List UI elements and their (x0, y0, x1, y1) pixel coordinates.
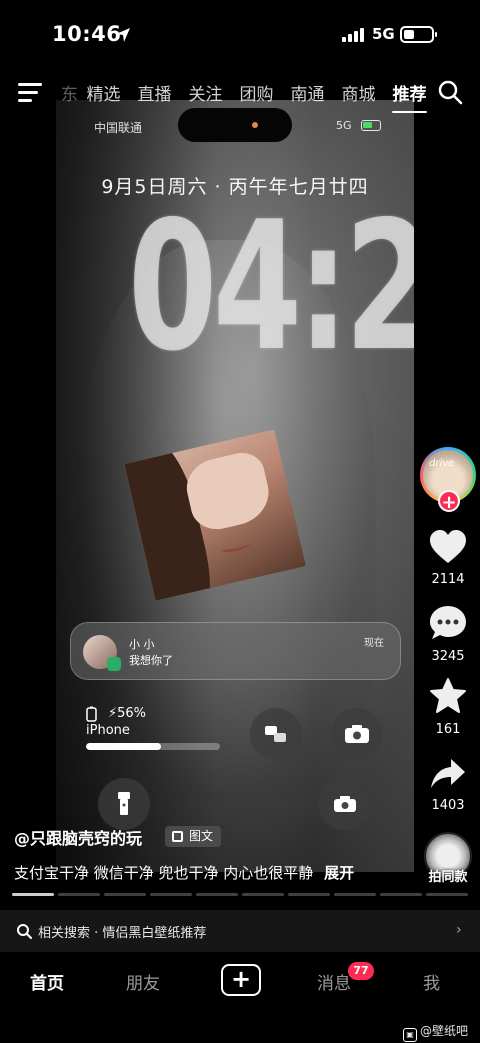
network-type: 5G (372, 25, 395, 43)
notification-sender: 小 小 (129, 638, 155, 651)
flashlight-icon (98, 778, 150, 830)
tab-featured[interactable]: 精选 (78, 80, 129, 105)
star-icon (430, 678, 466, 713)
notification-message: 我想你了 (129, 654, 173, 667)
tab-mall[interactable]: 商城 (333, 80, 384, 105)
image-carousel-indicator (12, 893, 468, 897)
video-player[interactable]: 中国联通 5G 9月5日周六 · 丙午年七月廿四 04:21 小 小 我想你了 … (56, 100, 414, 872)
phone-battery-icon (86, 706, 97, 722)
lockscreen-notification: 小 小 我想你了 现在 (70, 622, 401, 680)
share-icon (431, 759, 465, 788)
status-time: 10:46 (52, 22, 122, 46)
caption-text: 支付宝干净 微信干净 兜也干净 内心也很平静 展开 (14, 862, 354, 883)
location-arrow-icon (116, 28, 130, 42)
nav-friends[interactable]: 朋友 (126, 969, 160, 994)
battery-icon (400, 26, 437, 43)
chevron-right-icon: › (456, 922, 462, 938)
post-type-badge: 图文 (165, 826, 222, 847)
comment-button[interactable]: 3245 (422, 605, 474, 664)
like-button[interactable]: 2114 (422, 530, 474, 587)
status-bar: 10:46 5G (0, 0, 480, 70)
lockscreen-clock: 04:21 (127, 183, 414, 390)
badge-label: 图文 (189, 829, 214, 843)
tab-group-buy[interactable]: 团购 (231, 80, 282, 105)
menu-icon[interactable] (18, 82, 42, 102)
watermark-logo-icon: ▣ (403, 1028, 417, 1042)
notification-time: 现在 (364, 638, 384, 649)
related-search-bar[interactable]: 相关搜索 · 情侣黑白壁纸推荐 › (0, 910, 480, 952)
author-name[interactable]: @只跟脑壳窍的玩 (14, 825, 142, 849)
comment-count: 3245 (431, 649, 465, 664)
lockscreen-network: 5G (336, 119, 352, 132)
expand-link[interactable]: 展开 (324, 864, 354, 882)
camera-shortcut-icon (331, 708, 383, 760)
favorite-button[interactable]: 161 (422, 678, 474, 737)
battery-widget-percent: ⚡56% (108, 706, 147, 721)
nav-home[interactable]: 首页 (30, 969, 64, 994)
tab-following[interactable]: 关注 (180, 80, 231, 105)
share-button[interactable]: 1403 (422, 758, 474, 813)
tab-live[interactable]: 直播 (129, 80, 180, 105)
avatar-tag: drive (429, 458, 455, 469)
nav-me[interactable]: 我 (423, 969, 440, 994)
use-template-label[interactable]: 拍同款 (419, 866, 477, 885)
nav-messages[interactable]: 消息 (317, 969, 351, 994)
wechat-icon (107, 657, 121, 671)
create-post-button[interactable]: + (221, 964, 261, 996)
lockscreen-battery-icon (361, 120, 381, 131)
share-screen-icon (250, 708, 302, 760)
share-count: 1403 (431, 798, 465, 813)
tab-recommended[interactable]: 推荐 (384, 80, 435, 113)
follow-button[interactable]: + (438, 490, 460, 513)
favorite-count: 161 (435, 722, 461, 737)
top-nav: 东 精选 直播 关注 团购 南通 商城 推荐 (0, 70, 480, 114)
watermark: ▣ @壁纸吧 (403, 1022, 468, 1042)
battery-widget-device: iPhone (86, 723, 130, 738)
feed-tabs: 东 精选 直播 关注 团购 南通 商城 推荐 (48, 80, 435, 113)
search-icon[interactable] (437, 79, 463, 105)
comment-icon (430, 606, 466, 639)
messages-badge: 77 (348, 962, 374, 980)
bottom-nav: 首页 朋友 + 消息 77 我 (0, 952, 480, 1012)
image-post-icon (172, 831, 183, 842)
tab-nantong[interactable]: 南通 (282, 80, 333, 105)
lockscreen-carrier: 中国联通 (94, 121, 143, 135)
related-search-label: 相关搜索 · 情侣黑白壁纸推荐 (38, 926, 207, 941)
caption-body: 支付宝干净 微信干净 兜也干净 内心也很平静 (14, 864, 314, 882)
heart-icon (430, 530, 466, 563)
camera-icon (319, 778, 371, 830)
battery-widget-bar (86, 743, 220, 750)
like-count: 2114 (431, 572, 465, 587)
tab-partial[interactable]: 东 (48, 80, 78, 105)
signal-icon (342, 28, 364, 42)
search-icon (17, 924, 32, 939)
